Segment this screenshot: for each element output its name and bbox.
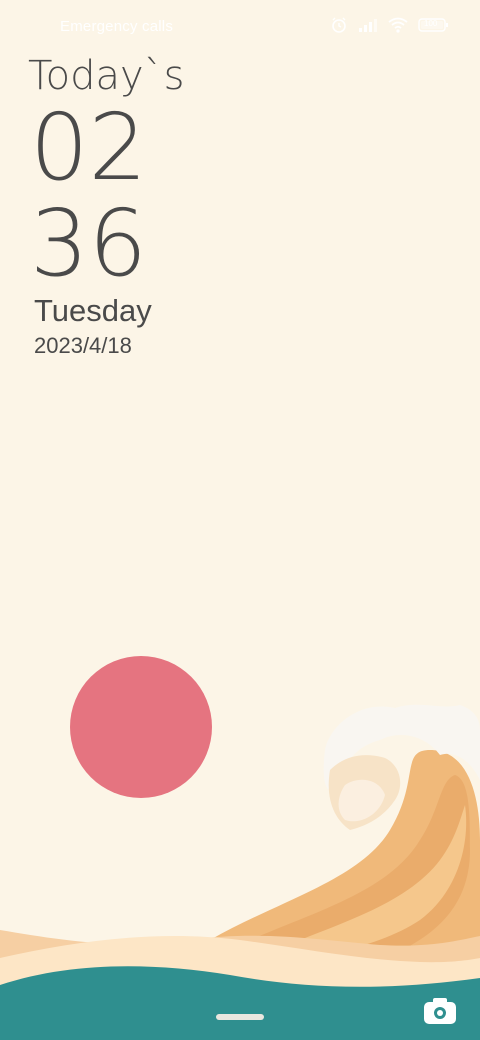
camera-shortcut[interactable] xyxy=(422,996,458,1026)
camera-icon xyxy=(422,998,458,1030)
signal-icon xyxy=(358,17,378,33)
alarm-icon xyxy=(330,16,348,34)
clock-minute: 36 xyxy=(30,190,148,297)
sun-circle xyxy=(70,656,212,798)
home-indicator[interactable] xyxy=(216,1014,264,1020)
clock-title: Today`s xyxy=(28,53,185,99)
status-icons: 100 xyxy=(330,16,448,34)
clock-date: 2023/4/18 xyxy=(34,333,132,358)
battery-level: 100 xyxy=(424,19,438,28)
status-bar: Emergency calls 100 xyxy=(0,0,480,56)
emergency-calls-link[interactable]: Emergency calls xyxy=(60,18,173,35)
wifi-icon xyxy=(388,17,408,33)
clock-weekday: Tuesday xyxy=(34,293,152,328)
battery-icon: 100 xyxy=(418,17,448,33)
lockscreen-clock: Today`s 02 36 Tuesday 2023/4/18 xyxy=(28,52,185,360)
wallpaper-illustration xyxy=(0,656,480,1040)
clock-hour: 02 xyxy=(30,94,148,201)
